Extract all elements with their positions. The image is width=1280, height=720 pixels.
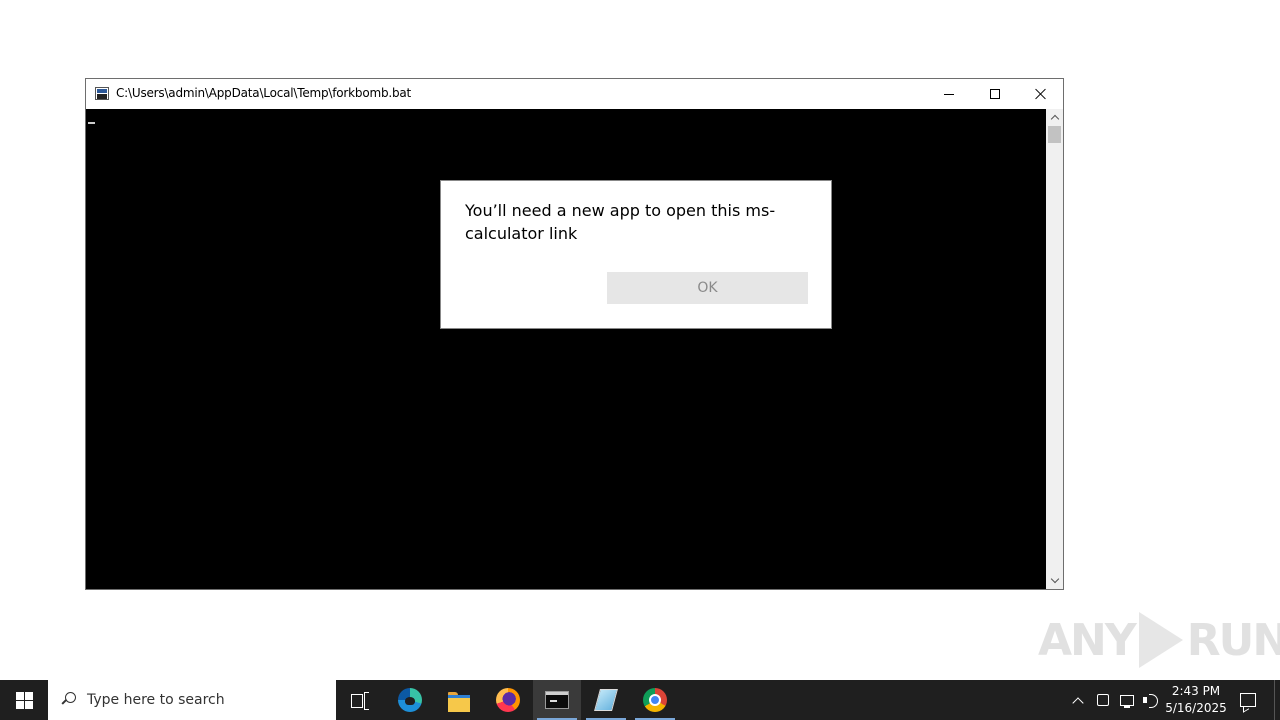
chevron-down-icon [1050,574,1059,584]
volume-icon [1143,693,1159,708]
cmd-icon [545,691,569,709]
ok-button[interactable]: OK [607,272,808,304]
search-icon [62,692,76,706]
network-icon [1120,694,1134,708]
taskbar-notepad[interactable] [582,680,630,720]
taskbar-file-explorer[interactable] [435,680,483,720]
title-bar[interactable]: C:\Users\admin\AppData\Local\Temp\forkbo… [86,79,1063,109]
close-button[interactable] [1018,79,1064,109]
taskbar-firefox[interactable] [484,680,532,720]
watermark-text-right: RUN [1186,614,1280,666]
notification-icon [1240,693,1256,707]
close-icon [1035,88,1047,100]
taskbar-search-box[interactable]: Type here to search [48,680,336,720]
meet-now-icon [1097,694,1109,706]
minimize-icon [944,93,954,95]
tray-volume[interactable] [1140,680,1162,720]
clock-date: 5/16/2025 [1165,701,1227,715]
folder-icon [448,691,470,712]
anyrun-watermark: ANY RUN [1038,610,1280,670]
task-view-icon [351,692,369,710]
cmd-window: C:\Users\admin\AppData\Local\Temp\forkbo… [85,78,1064,590]
scroll-down-button[interactable] [1046,572,1063,589]
tray-network[interactable] [1116,680,1138,720]
minimize-button[interactable] [926,79,972,109]
dialog-message: You’ll need a new app to open this ms-ca… [465,201,776,243]
maximize-button[interactable] [972,79,1018,109]
open-with-dialog: You’ll need a new app to open this ms-ca… [440,180,832,329]
firefox-icon [496,688,520,712]
chevron-up-icon [1072,696,1084,709]
taskbar-chrome[interactable] [631,680,679,720]
taskbar-edge[interactable] [386,680,434,720]
search-placeholder: Type here to search [87,692,225,708]
notification-center-button[interactable] [1234,680,1262,720]
chevron-up-icon [1050,114,1059,124]
show-hidden-icons-button[interactable] [1066,680,1090,720]
edge-icon [398,688,422,712]
taskbar: Type here to search 2:43 PM 5/16/2025 [0,680,1280,720]
tray-meet-now[interactable] [1092,680,1114,720]
chrome-icon [643,688,667,712]
clock-time: 2:43 PM [1171,684,1221,698]
show-desktop-button[interactable] [1274,680,1280,720]
play-logo-icon [1138,612,1183,668]
text-cursor [88,122,95,124]
vertical-scrollbar[interactable] [1046,109,1063,589]
taskbar-cmd[interactable] [533,680,581,720]
scroll-up-button[interactable] [1046,109,1063,126]
start-button[interactable] [0,680,48,720]
notepad-icon [594,689,618,711]
scroll-thumb[interactable] [1048,126,1061,143]
window-title: C:\Users\admin\AppData\Local\Temp\forkbo… [116,86,412,100]
taskbar-clock[interactable]: 2:43 PM 5/16/2025 [1162,680,1230,720]
task-view-button[interactable] [336,680,384,720]
maximize-icon [990,89,1000,99]
windows-logo-icon [15,691,33,709]
watermark-text-left: ANY [1038,614,1137,666]
cmd-app-icon[interactable] [95,87,109,100]
